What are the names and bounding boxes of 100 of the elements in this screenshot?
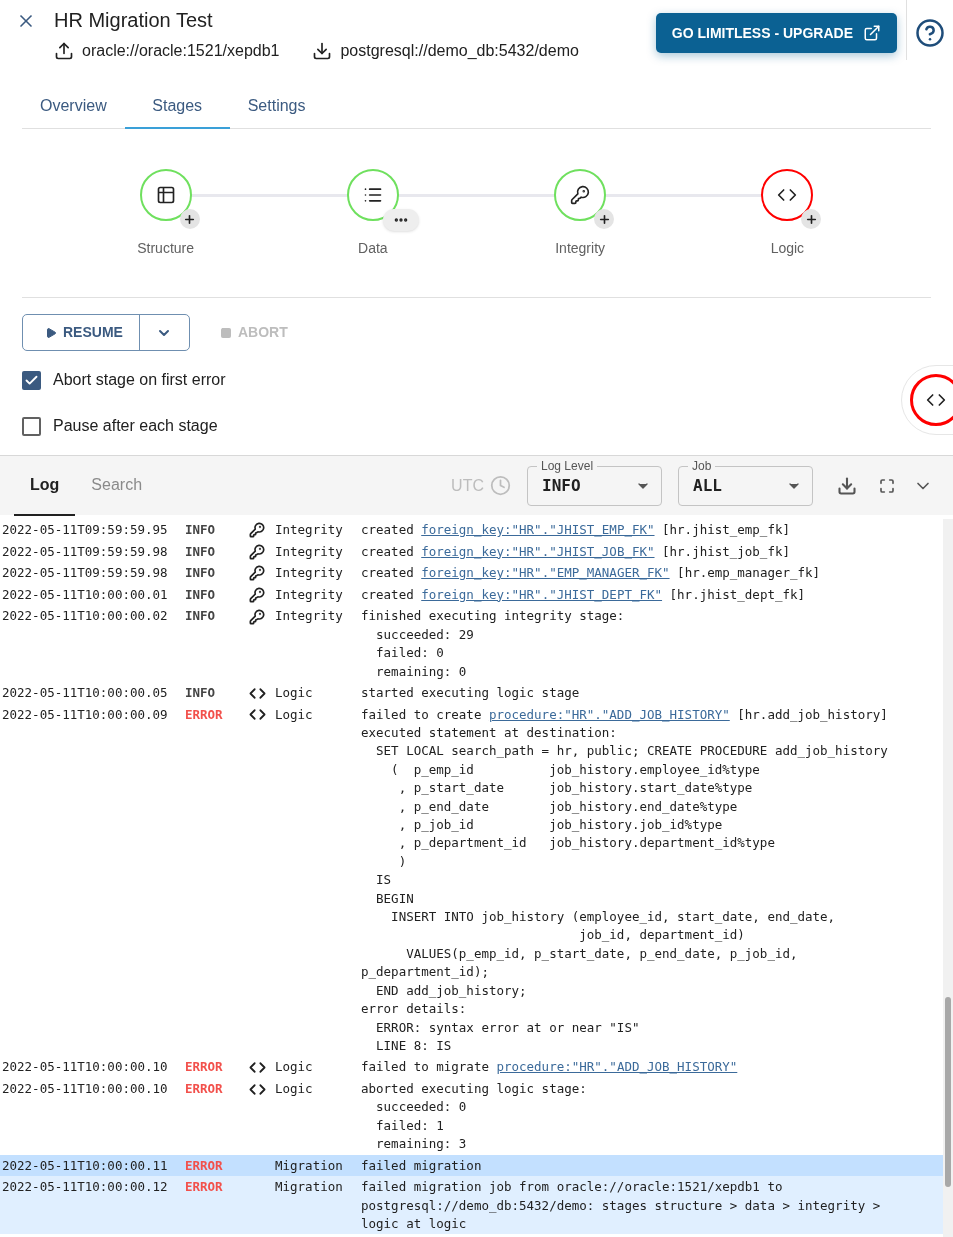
resume-split-button[interactable]: RESUME — [22, 314, 190, 351]
upgrade-button[interactable]: GO LIMITLESS - UPGRADE — [655, 13, 897, 53]
scrollbar[interactable] — [943, 519, 953, 1237]
stage-label: Structure — [137, 239, 195, 258]
stage-node[interactable] — [554, 169, 607, 221]
object-link[interactable]: foreign_key:"HR"."JHIST_JOB_FK" — [421, 543, 655, 559]
log-time: 2022-05-11T10:00:00.02 — [2, 607, 169, 626]
object-link[interactable]: foreign_key:"HR"."JHIST_EMP_FK" — [421, 522, 655, 537]
log-row[interactable]: 2022-05-11T10:00:00.10 ERROR Logic failed to migrate procedure:"HR"."ADD_JOB_HISTORY" — [0, 1056, 943, 1078]
log-time: 2022-05-11T10:00:00.10 — [2, 1058, 169, 1077]
key-icon — [249, 543, 265, 560]
log-level: ERROR — [185, 1058, 224, 1077]
log-stage: Integrity — [275, 542, 344, 561]
log-time: 2022-05-11T10:00:00.01 — [2, 585, 169, 604]
option-label: Pause after each stage — [53, 416, 218, 436]
migration-title: HR Migration Test — [54, 8, 214, 32]
download-icon — [312, 41, 333, 61]
object-link[interactable]: foreign_key:"HR"."EMP_MANAGER_FK" — [421, 565, 670, 581]
object-link[interactable]: procedure:"HR"."ADD_JOB_HISTORY" — [488, 706, 730, 722]
resume-button[interactable]: RESUME — [23, 315, 140, 350]
log-level: INFO — [185, 607, 217, 626]
tab[interactable]: Settings — [229, 85, 324, 129]
plus-icon — [183, 212, 197, 226]
log-row[interactable]: 2022-05-11T09:59:59.98 INFO Integrity created foreign_key:"HR"."EMP_MANAGER_FK" [hr.emp_manager_fk] — [0, 562, 943, 584]
log-level: INFO — [185, 542, 217, 561]
key-icon — [249, 608, 265, 625]
log-message: failed to migrate procedure:"HR"."ADD_JOB_HISTORY" — [361, 1058, 739, 1077]
log-row[interactable]: 2022-05-11T09:59:59.95 INFO Integrity created foreign_key:"HR"."JHIST_EMP_FK" [hr.jhist_emp_fk] — [0, 519, 943, 541]
checkbox[interactable] — [22, 416, 41, 436]
stop-icon — [220, 326, 232, 339]
key-icon — [249, 587, 265, 604]
key-icon — [249, 565, 265, 582]
log-row[interactable]: 2022-05-11T09:59:59.98 INFO Integrity created foreign_key:"HR"."JHIST_JOB_FK" [hr.jhist_job_fk] — [0, 540, 943, 563]
log-message: aborted executing logic stage: — [361, 1079, 588, 1098]
log-message: finished executing integrity stage: — [361, 607, 626, 626]
log-time: 2022-05-11T09:59:59.98 — [2, 542, 169, 561]
log-row[interactable]: 2022-05-11T10:00:00.01 INFO Integrity created foreign_key:"HR"."JHIST_DEPT_FK" [hr.jhist_dept_fk] — [0, 583, 943, 606]
log-level: INFO — [185, 564, 217, 583]
floating-stage-bubble[interactable] — [901, 365, 953, 435]
log-row[interactable]: 2022-05-11T10:00:00.05 INFO Logic started executing logic stage — [0, 682, 943, 704]
log-message: created foreign_key:"HR"."JHIST_JOB_FK" [hr.jhist_job_fk] — [361, 542, 791, 561]
log-stage: Integrity — [275, 607, 344, 626]
log-tab[interactable]: Log — [14, 455, 76, 516]
list-icon — [362, 185, 383, 205]
log-message: created foreign_key:"HR"."JHIST_DEPT_FK" [hr.jhist_dept_fk] — [361, 585, 807, 604]
log-time: 2022-05-11T10:00:00.12 — [2, 1178, 169, 1197]
log-level: ERROR — [185, 1178, 224, 1197]
log-level: INFO — [185, 585, 217, 604]
clock-icon — [490, 475, 511, 496]
more-badge[interactable] — [382, 209, 419, 231]
log-stage: Logic — [275, 705, 314, 724]
checkbox[interactable] — [22, 370, 41, 390]
stage-node[interactable] — [761, 169, 814, 221]
log-time: 2022-05-11T10:00:00.10 — [2, 1079, 169, 1098]
log-level: ERROR — [185, 1079, 224, 1098]
log-level: INFO — [185, 684, 217, 702]
upload-icon — [54, 41, 74, 61]
log-message: started executing logic stage — [361, 684, 581, 702]
log-stage: Integrity — [275, 564, 344, 583]
object-link[interactable]: procedure:"HR"."ADD_JOB_HISTORY" — [496, 1059, 738, 1075]
log-level: ERROR — [185, 1156, 224, 1175]
external-link-icon — [863, 24, 881, 42]
stage-label: Data — [358, 239, 388, 258]
log-row[interactable]: 2022-05-11T10:00:00.12 ERROR Migration failed migration job from oracle://oracle:1521/xepdb1 to postgresql://demo_db:5432/demo: stages structure > data > integrity > logic at logic — [0, 1176, 943, 1235]
plus-icon — [597, 212, 611, 226]
option-label: Abort stage on first error — [53, 370, 226, 390]
object-link[interactable]: foreign_key:"HR"."JHIST_DEPT_FK" — [421, 586, 663, 602]
log-message: created foreign_key:"HR"."JHIST_EMP_FK" [hr.jhist_emp_fk] — [361, 521, 791, 539]
plus-icon — [804, 212, 818, 226]
download-icon[interactable] — [837, 475, 857, 496]
log-message: created foreign_key:"HR"."EMP_MANAGER_FK" [hr.emp_manager_fk] — [361, 564, 822, 583]
stage-node[interactable] — [346, 169, 399, 221]
log-stage: Logic — [275, 684, 314, 702]
log-time: 2022-05-11T09:59:59.98 — [2, 564, 169, 583]
key-icon — [249, 522, 265, 539]
log-row[interactable]: 2022-05-11T10:00:00.11 ERROR Migration failed migration — [0, 1154, 943, 1177]
log-time: 2022-05-11T09:59:59.95 — [2, 521, 169, 539]
fullscreen-icon[interactable] — [879, 477, 895, 494]
tab[interactable]: Stages — [124, 85, 230, 129]
add-badge[interactable] — [179, 209, 200, 229]
field-value: INFO — [542, 474, 582, 497]
help-icon[interactable] — [915, 18, 945, 48]
log-message: failed migration job from oracle://oracle:1521/xepdb1 to postgresql://demo_db:5432/demo: stages structure > data > integrity > logic at logic — [361, 1178, 882, 1233]
source-connection: oracle://oracle:1521/xepdb1 — [82, 41, 280, 61]
log-time: 2022-05-11T10:00:00.09 — [2, 705, 169, 724]
tab[interactable]: Overview — [22, 85, 125, 129]
log-stage: Logic — [275, 1079, 314, 1098]
add-badge[interactable] — [801, 209, 822, 229]
log-time: 2022-05-11T10:00:00.05 — [2, 684, 169, 702]
log-time: 2022-05-11T10:00:00.11 — [2, 1156, 169, 1175]
play-icon — [45, 326, 57, 339]
target-connection: postgresql://demo_db:5432/demo — [340, 41, 579, 61]
log-level: ERROR — [185, 705, 224, 724]
log-stage: Migration — [275, 1178, 344, 1197]
field-value: ALL — [693, 474, 723, 497]
log-level: INFO — [185, 521, 217, 539]
add-badge[interactable] — [594, 209, 615, 229]
log-stage: Integrity — [275, 521, 344, 539]
stage-node[interactable] — [139, 169, 192, 221]
log-stage: Migration — [275, 1156, 344, 1175]
